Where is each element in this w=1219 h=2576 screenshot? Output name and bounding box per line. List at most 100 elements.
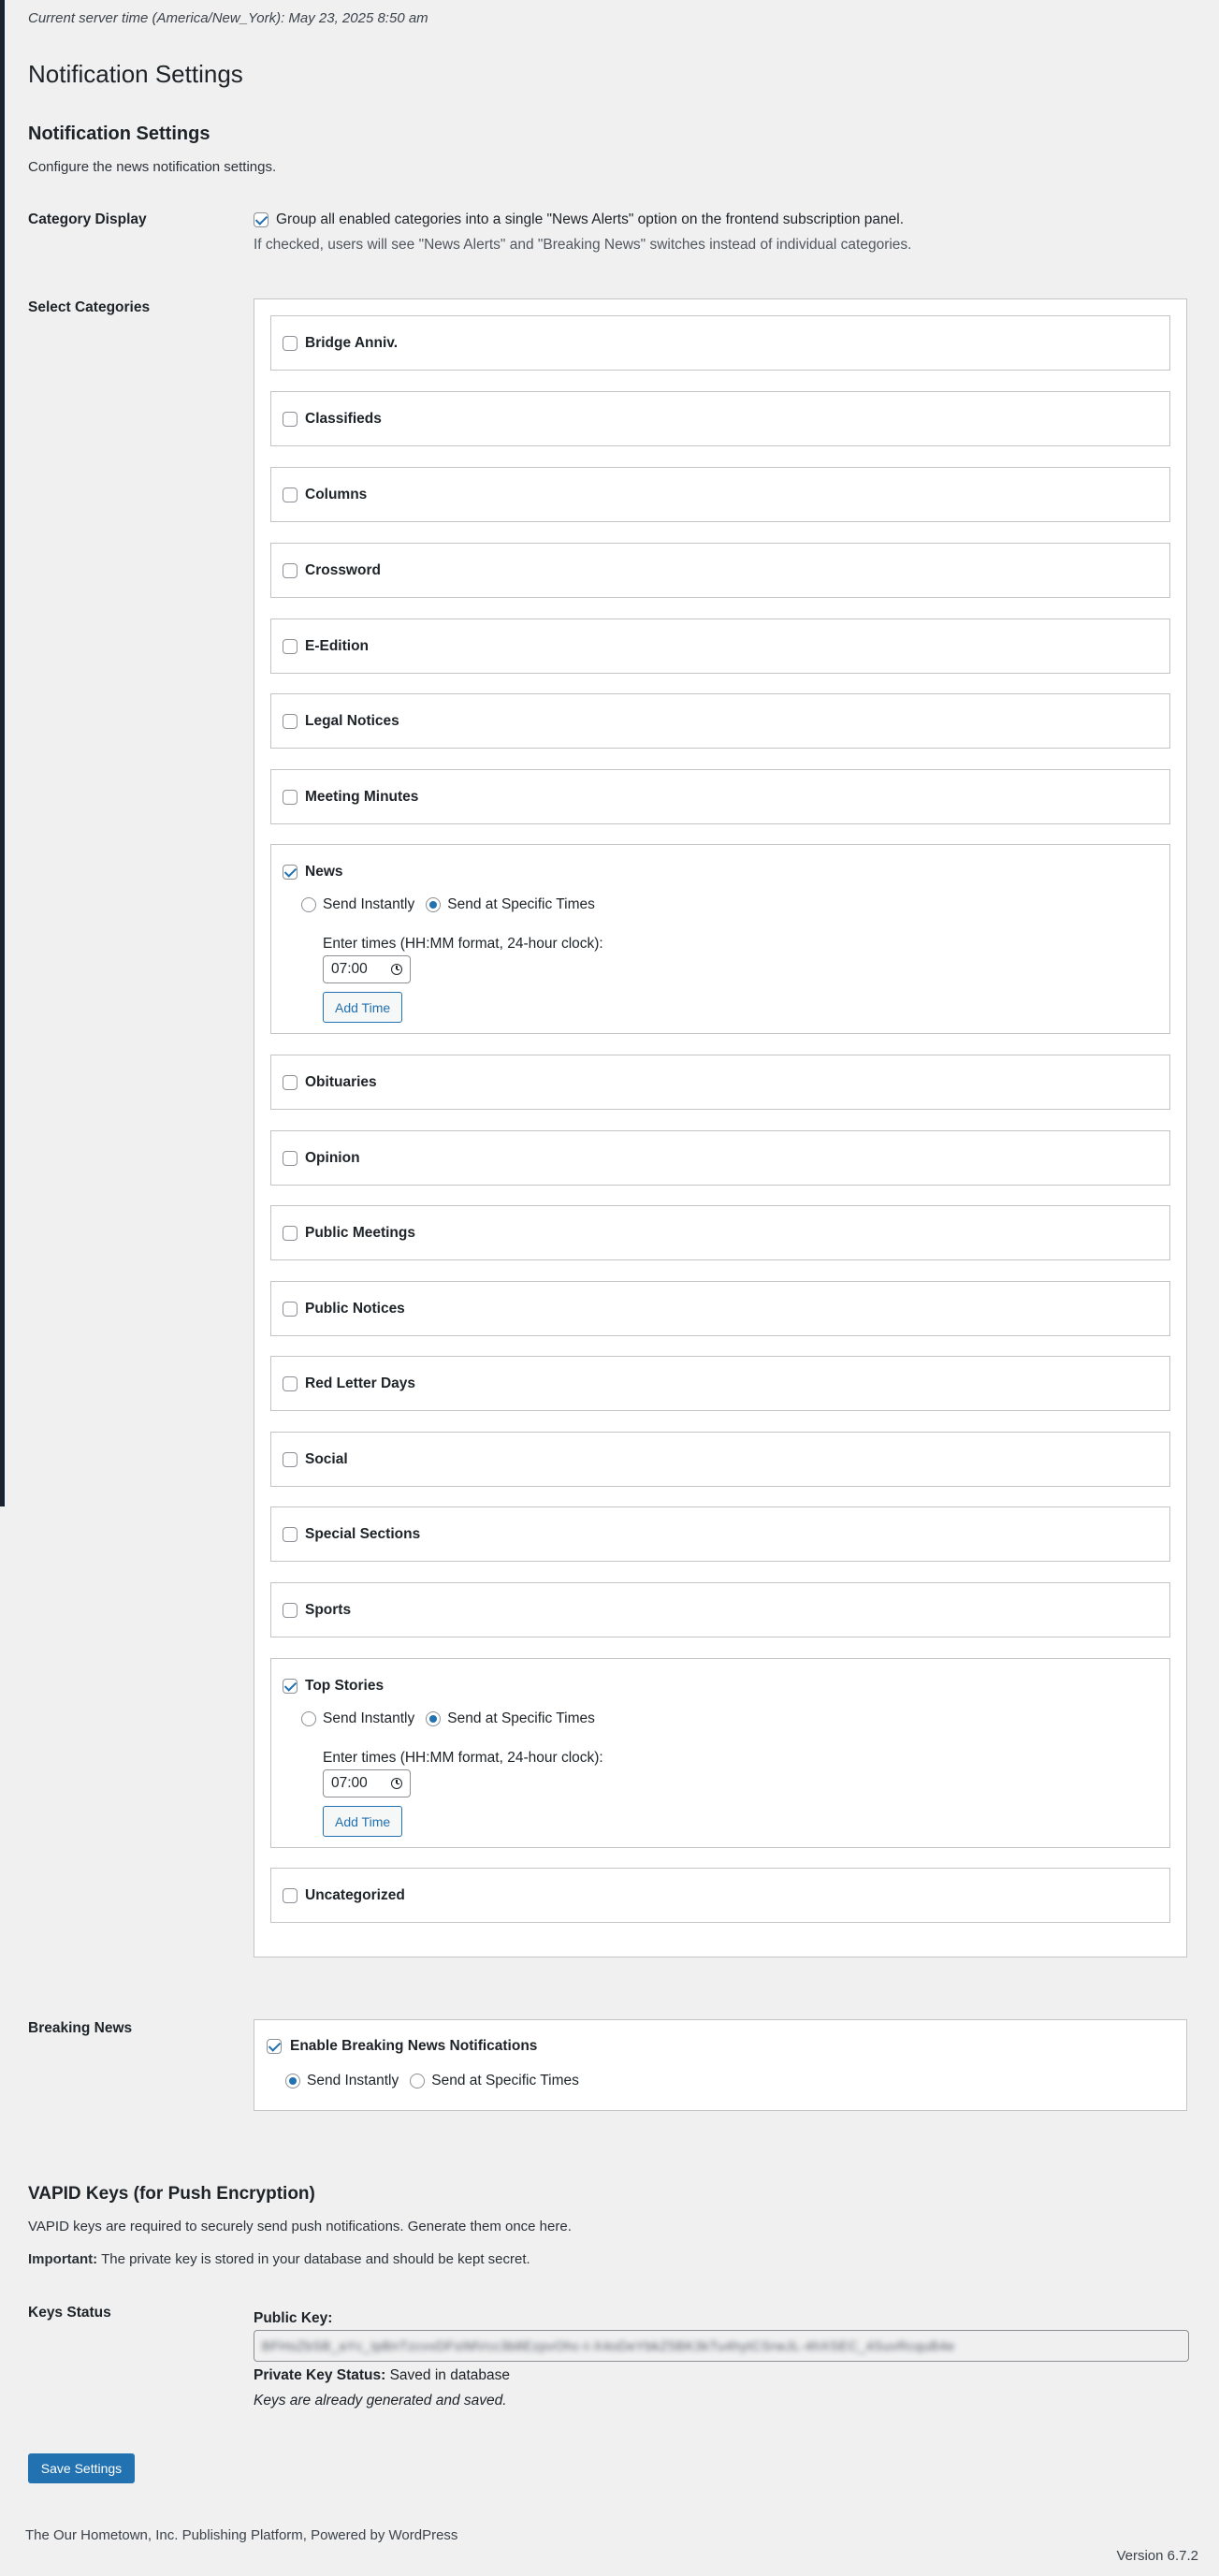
category-name: Public Notices — [305, 1301, 405, 1317]
category-name: Opinion — [305, 1150, 360, 1166]
category-item: Legal Notices — [270, 693, 1170, 749]
select-categories-label: Select Categories — [28, 299, 151, 315]
category-name: Obituaries — [305, 1074, 377, 1090]
category-checkbox[interactable] — [283, 336, 297, 351]
private-key-status-label: Private Key Status: — [254, 2367, 386, 2383]
keys-status-label: Keys Status — [28, 2305, 111, 2321]
category-name: News — [305, 864, 343, 880]
public-key-field[interactable]: BFHsZbSB_aYc_IpBnTzcvvDFsIMVcc3b8EzpvOhc… — [254, 2330, 1189, 2362]
category-item: Bridge Anniv. — [270, 315, 1170, 371]
page-title: Notification Settings — [28, 60, 243, 88]
send-instantly-radio[interactable] — [301, 1711, 316, 1726]
category-checkbox[interactable] — [283, 1603, 297, 1618]
category-item: Social — [270, 1432, 1170, 1487]
category-checkbox[interactable] — [283, 1527, 297, 1542]
category-checkbox[interactable] — [283, 563, 297, 578]
category-item: Columns — [270, 467, 1170, 522]
breaking-news-panel: Enable Breaking News Notifications Send … — [254, 2019, 1187, 2111]
category-item: Meeting Minutes — [270, 769, 1170, 824]
vapid-important: Important: The private key is stored in … — [28, 2251, 530, 2267]
breaking-news-send-options: Send Instantly Send at Specific Times — [285, 2073, 590, 2089]
time-input[interactable]: 07:00 — [323, 955, 411, 983]
send-instantly-radio[interactable] — [301, 897, 316, 912]
time-value: 07:00 — [331, 1775, 368, 1791]
category-item: E-Edition — [270, 619, 1170, 674]
category-item: Red Letter Days — [270, 1356, 1170, 1411]
breaking-news-label: Breaking News — [28, 2020, 133, 2036]
footer-credit: The Our Hometown, Inc. Publishing Platfo… — [25, 2527, 458, 2543]
category-checkbox[interactable] — [283, 412, 297, 427]
category-checkbox-top-stories[interactable] — [283, 1679, 297, 1694]
category-checkbox[interactable] — [283, 1075, 297, 1090]
section-title: Notification Settings — [28, 124, 210, 144]
category-checkbox[interactable] — [283, 1452, 297, 1467]
private-key-status-value: Saved in database — [385, 2367, 510, 2383]
category-name: Sports — [305, 1602, 352, 1618]
send-specific-times-radio[interactable] — [426, 1711, 442, 1726]
send-instantly-label: Send Instantly — [323, 1710, 415, 1726]
category-checkbox[interactable] — [283, 1226, 297, 1241]
send-instantly-label: Send Instantly — [323, 896, 415, 912]
category-name: Social — [305, 1451, 348, 1467]
category-item: Public Meetings — [270, 1205, 1170, 1260]
category-checkbox[interactable] — [283, 639, 297, 654]
important-text: The private key is stored in your databa… — [97, 2251, 530, 2267]
category-checkbox[interactable] — [283, 714, 297, 729]
times-label: Enter times (HH:MM format, 24-hour clock… — [323, 1750, 603, 1766]
category-name: Columns — [305, 487, 368, 502]
category-checkbox[interactable] — [283, 1888, 297, 1903]
send-specific-times-label: Send at Specific Times — [447, 1710, 595, 1726]
public-key-value: BFHsZbSB_aYc_IpBnTzcvvDFsIMVcc3b8EzpvOhc… — [262, 2338, 955, 2353]
category-name: E-Edition — [305, 638, 370, 654]
footer-version: Version 6.7.2 — [1116, 2548, 1198, 2564]
server-time: Current server time (America/New_York): … — [28, 10, 428, 26]
section-description: Configure the news notification settings… — [28, 159, 277, 175]
top-stories-send-options: Send Instantly Send at Specific Times — [301, 1710, 606, 1727]
vapid-title: VAPID Keys (for Push Encryption) — [28, 2184, 315, 2204]
add-time-button[interactable]: Add Time — [323, 1806, 403, 1837]
vapid-description: VAPID keys are required to securely send… — [28, 2219, 572, 2234]
category-name: Legal Notices — [305, 713, 399, 729]
category-checkbox[interactable] — [283, 1151, 297, 1166]
private-key-status: Private Key Status: Saved in database — [254, 2367, 1189, 2384]
category-item: Sports — [270, 1582, 1170, 1637]
category-item: Obituaries — [270, 1055, 1170, 1110]
enable-breaking-news-label: Enable Breaking News Notifications — [290, 2038, 538, 2054]
category-name: Red Letter Days — [305, 1375, 416, 1391]
enable-breaking-news-checkbox[interactable] — [267, 2039, 282, 2054]
clock-icon[interactable] — [391, 1778, 402, 1789]
category-item: Classifieds — [270, 391, 1170, 446]
keys-block: Public Key: BFHsZbSB_aYc_IpBnTzcvvDFsIMV… — [254, 2310, 1189, 2409]
category-checkbox[interactable] — [283, 488, 297, 502]
category-display-field: Group all enabled categories into a sing… — [254, 211, 911, 254]
send-instantly-label: Send Instantly — [307, 2073, 399, 2088]
time-input[interactable]: 07:00 — [323, 1769, 411, 1797]
category-name: Special Sections — [305, 1526, 421, 1542]
send-specific-times-radio[interactable] — [426, 897, 442, 912]
category-name: Bridge Anniv. — [305, 335, 399, 351]
add-time-button[interactable]: Add Time — [323, 992, 403, 1023]
category-item: Opinion — [270, 1130, 1170, 1186]
news-send-options: Send Instantly Send at Specific Times — [301, 896, 606, 913]
category-item: Crossword — [270, 543, 1170, 598]
category-checkbox[interactable] — [283, 790, 297, 805]
group-categories-checkbox[interactable] — [254, 212, 268, 227]
important-label: Important: — [28, 2251, 98, 2267]
send-specific-times-label: Send at Specific Times — [431, 2073, 579, 2088]
send-instantly-radio[interactable] — [285, 2074, 300, 2088]
times-label: Enter times (HH:MM format, 24-hour clock… — [323, 936, 603, 952]
category-name: Meeting Minutes — [305, 789, 419, 805]
category-checkbox[interactable] — [283, 1376, 297, 1391]
category-checkbox-news[interactable] — [283, 865, 297, 880]
category-name: Crossword — [305, 562, 381, 578]
category-item: Public Notices — [270, 1281, 1170, 1336]
time-value: 07:00 — [331, 961, 368, 977]
group-categories-help: If checked, users will see "News Alerts"… — [254, 237, 912, 253]
save-settings-button[interactable]: Save Settings — [28, 2453, 135, 2483]
clock-icon[interactable] — [391, 964, 402, 975]
send-specific-times-label: Send at Specific Times — [447, 896, 595, 912]
send-specific-times-radio[interactable] — [410, 2074, 426, 2088]
category-checkbox[interactable] — [283, 1302, 297, 1317]
category-name: Classifieds — [305, 411, 382, 427]
category-name: Uncategorized — [305, 1887, 405, 1903]
